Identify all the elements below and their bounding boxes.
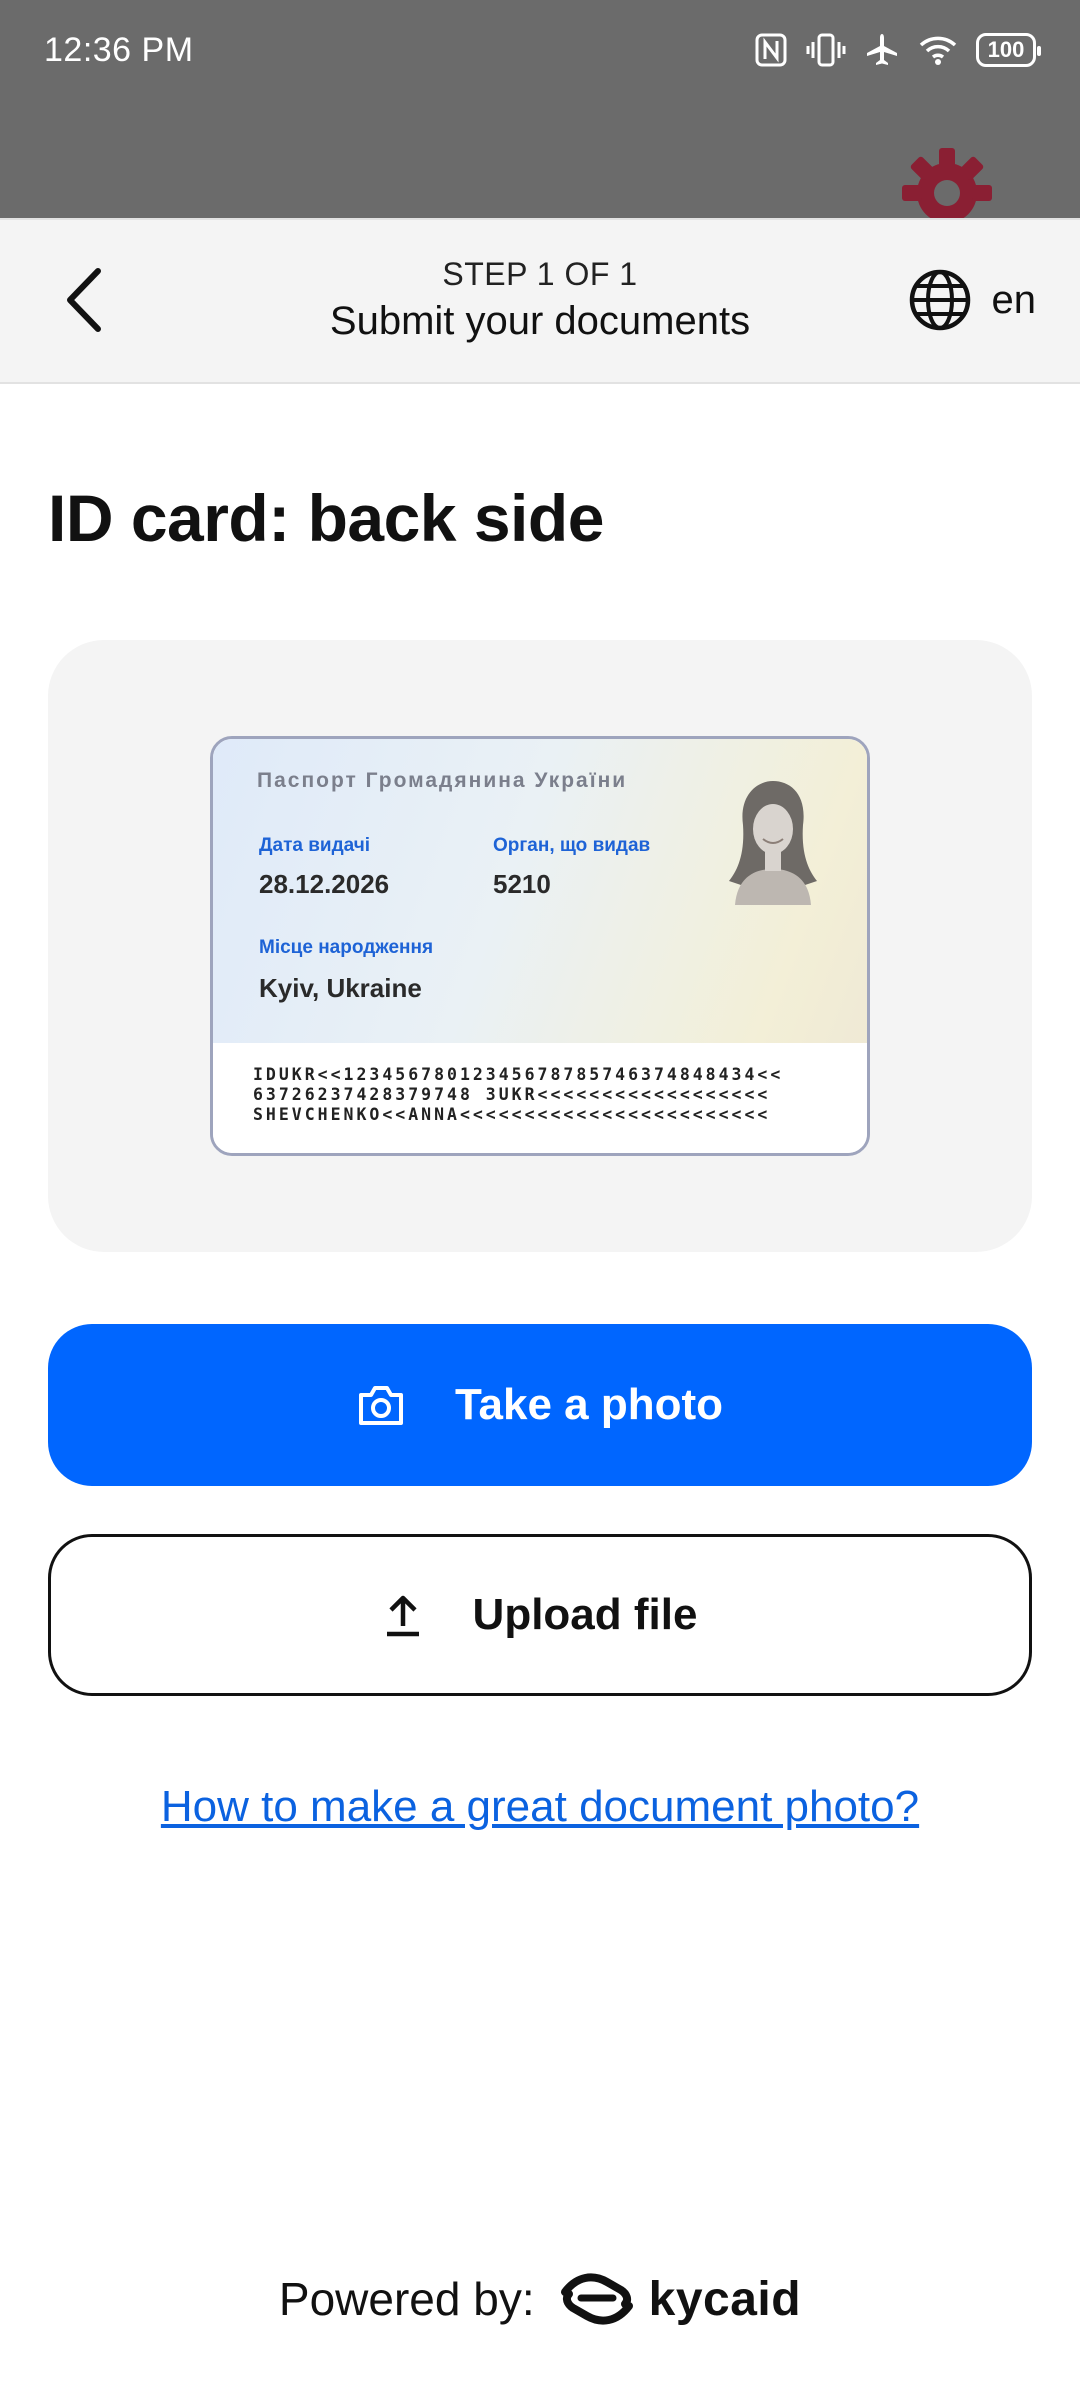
- upload-file-label: Upload file: [472, 1590, 698, 1639]
- header-center: STEP 1 OF 1 Submit your documents: [200, 256, 880, 344]
- kycaid-logo-icon: [560, 2273, 633, 2325]
- birthplace-value: Kyiv, Ukraine: [259, 973, 422, 1003]
- chevron-left-icon: [67, 268, 101, 332]
- kycaid-logo: kycaid: [559, 2268, 801, 2330]
- mrz-line-3: SHEVCHENKO<<ANNA<<<<<<<<<<<<<<<<<<<<<<<<: [253, 1105, 771, 1124]
- wifi-icon: [919, 36, 957, 65]
- take-photo-button[interactable]: Take a photo: [48, 1324, 1032, 1486]
- back-button[interactable]: [44, 260, 124, 340]
- nfc-icon: [755, 33, 787, 67]
- document-photo-help-link[interactable]: How to make a great document photo?: [0, 1782, 1080, 1832]
- header: STEP 1 OF 1 Submit your documents en: [0, 218, 1080, 384]
- id-card-heading: Паспорт Громадянина України: [257, 769, 628, 792]
- page-title: ID card: back side: [48, 481, 604, 555]
- status-icons: 100: [754, 32, 1041, 68]
- issue-date-label: Дата видачі: [259, 835, 371, 856]
- document-preview: Паспорт Громадянина України Дата видачі …: [48, 640, 1032, 1252]
- step-indicator: STEP 1 OF 1: [442, 256, 638, 292]
- mrz-zone: IDUKR<<12345678012345678785746374848434<…: [213, 1043, 867, 1153]
- portrait-photo: [729, 781, 817, 905]
- id-card-front-area: Паспорт Громадянина України Дата видачі …: [213, 739, 867, 1043]
- vibrate-icon: [806, 33, 846, 67]
- kycaid-brand-name: kycaid: [648, 2272, 802, 2326]
- id-card-sample: Паспорт Громадянина України Дата видачі …: [210, 736, 870, 1156]
- camera-icon: [358, 1386, 403, 1425]
- language-label: en: [991, 277, 1037, 322]
- upload-icon: [386, 1595, 419, 1637]
- language-selector[interactable]: en: [908, 268, 1037, 332]
- upload-file-button[interactable]: Upload file: [48, 1534, 1032, 1696]
- mrz-line-2: 63726237428379748 3UKR<<<<<<<<<<<<<<<<<<: [253, 1085, 771, 1104]
- status-time: 12:36 PM: [44, 30, 194, 69]
- authority-value: 5210: [493, 869, 551, 899]
- take-photo-label: Take a photo: [454, 1380, 724, 1429]
- battery-indicator: 100: [976, 33, 1041, 67]
- status-bar: 12:36 PM 100: [0, 0, 1080, 100]
- status-area: 12:36 PM 100: [0, 0, 1080, 218]
- footer: Powered by: kycaid: [0, 2268, 1080, 2330]
- airplane-icon: [867, 34, 897, 65]
- mrz-line-1: IDUKR<<12345678012345678785746374848434<…: [253, 1065, 784, 1084]
- gear-icon: [902, 148, 992, 218]
- birthplace-label: Місце народження: [259, 937, 434, 958]
- issue-date-value: 28.12.2026: [259, 869, 390, 899]
- authority-label: Орган, що видав: [493, 835, 651, 856]
- globe-icon: [909, 269, 970, 331]
- powered-by-label: Powered by:: [278, 2273, 535, 2325]
- battery-level: 100: [987, 37, 1025, 62]
- header-title: Submit your documents: [329, 299, 751, 343]
